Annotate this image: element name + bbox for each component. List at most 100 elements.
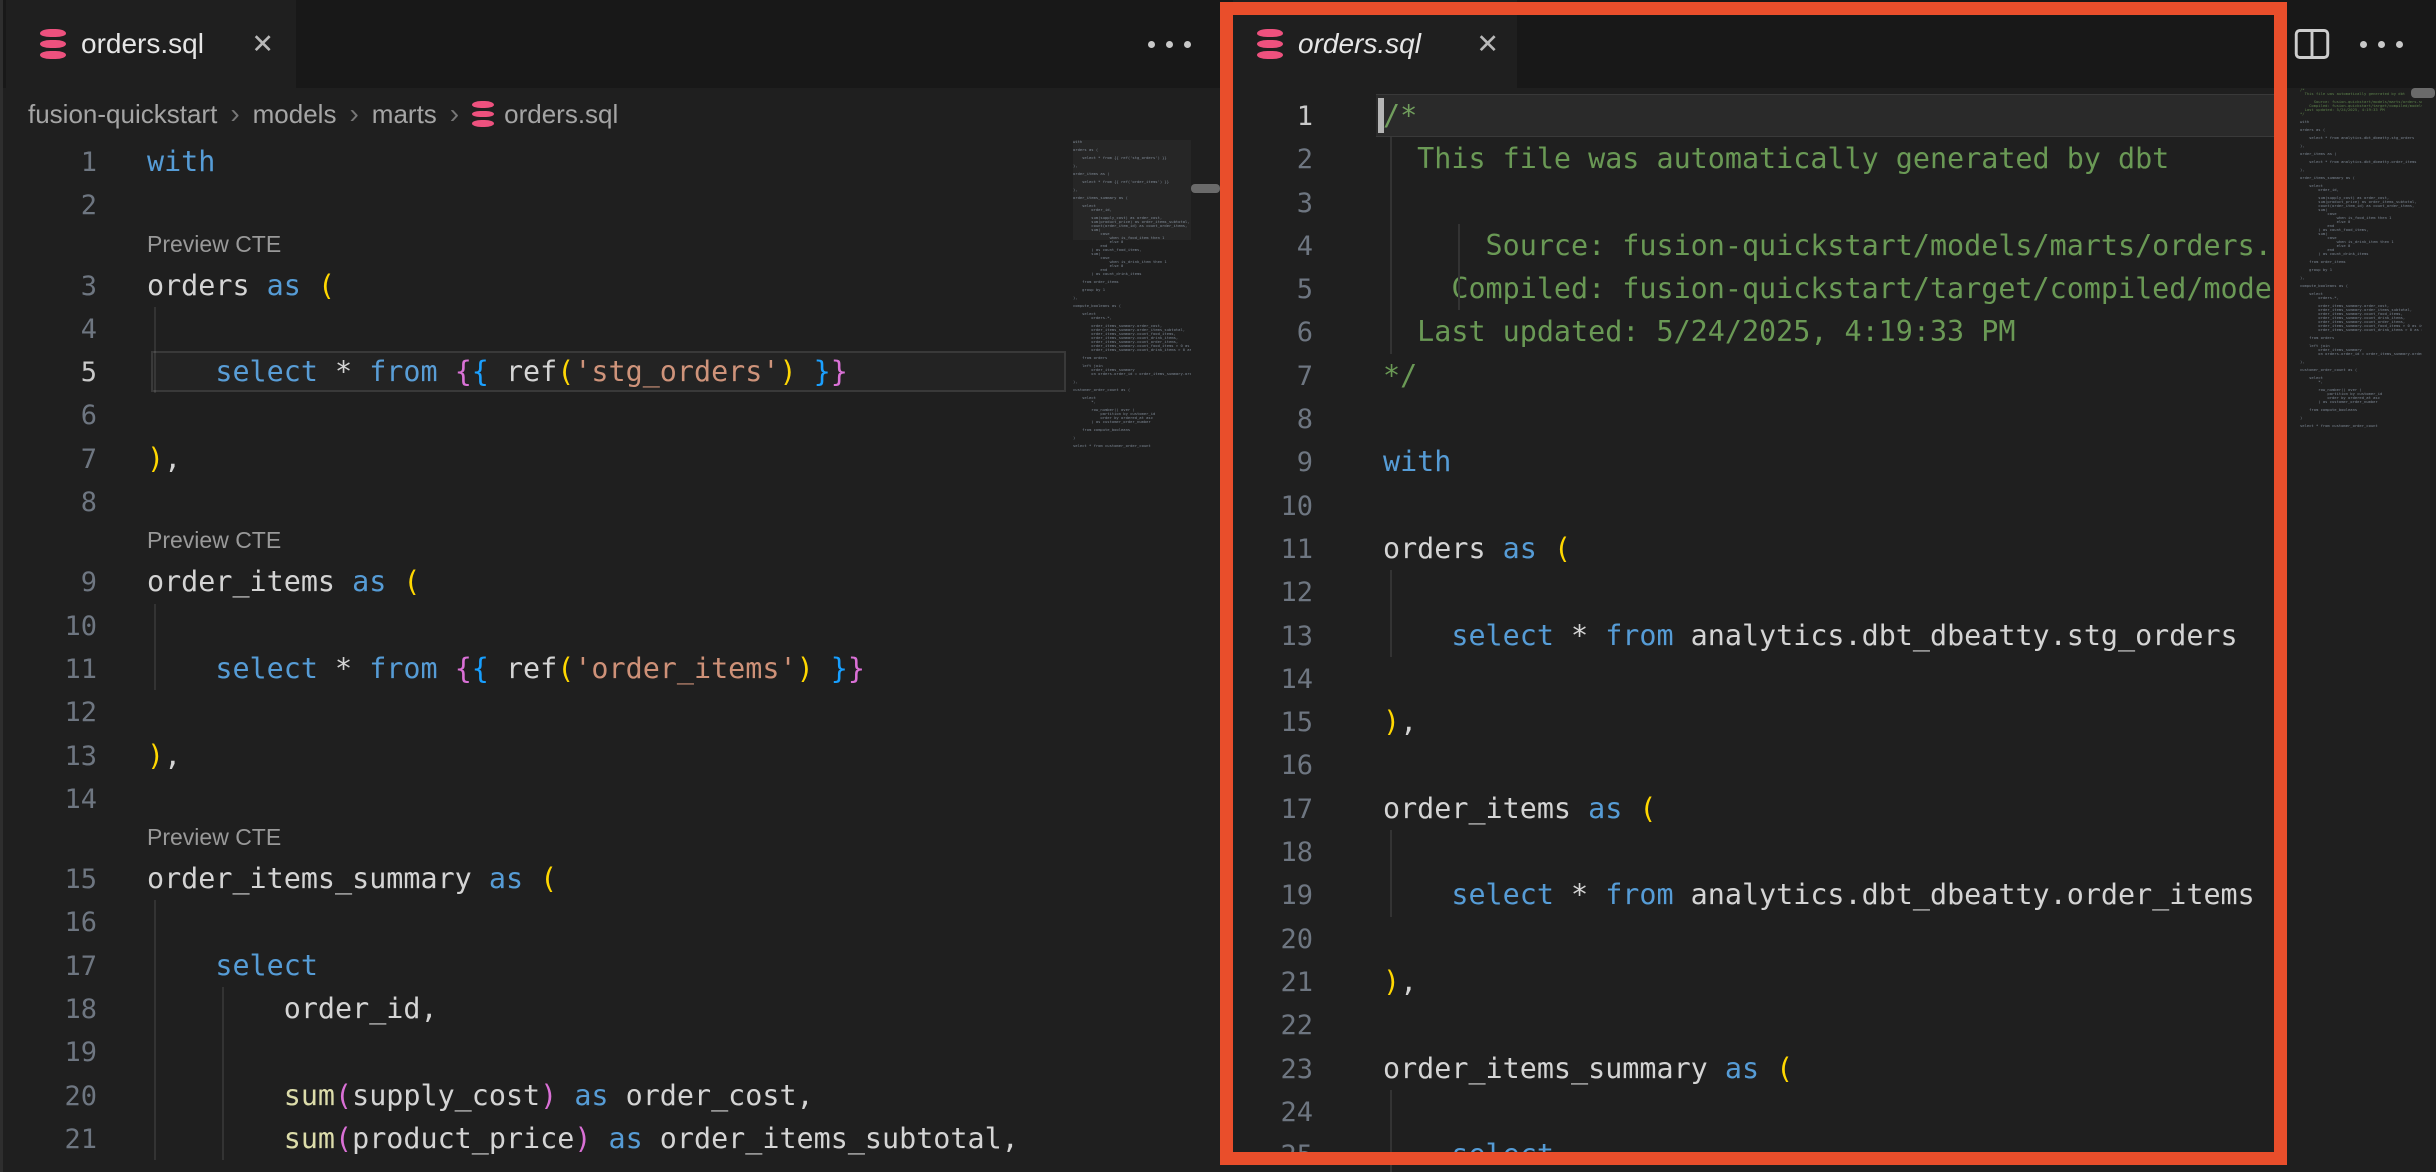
line-number: 5 (1233, 268, 1383, 311)
line-number: 6 (0, 394, 147, 437)
code-line: 4 Source: fusion-quickstart/models/marts… (1233, 224, 2274, 267)
tab-label: orders.sql (81, 28, 204, 60)
code-line: 18 order_id, (0, 987, 1073, 1030)
line-number: 13 (0, 735, 147, 778)
code-line: 6 Last updated: 5/24/2025, 4:19:33 PM (1233, 310, 2274, 353)
code-line: 2 This file was automatically generated … (1233, 137, 2274, 180)
codelens-preview-cte: Preview CTE (0, 820, 1073, 857)
scrollbar-thumb-right[interactable] (2411, 88, 2435, 98)
line-number: 12 (0, 691, 147, 734)
code-line: 9with (1233, 440, 2274, 483)
tab-bar-right: orders.sql ✕ (1233, 0, 2436, 88)
close-icon[interactable]: ✕ (251, 31, 274, 58)
line-number: 8 (1233, 398, 1383, 441)
line-number: 21 (0, 1118, 147, 1160)
line-number: 19 (0, 1031, 147, 1074)
database-file-icon (1257, 29, 1283, 59)
line-number: 16 (1233, 744, 1383, 787)
tab-bar-left: orders.sql ✕ (0, 0, 1233, 88)
code-line: 11 select * from {{ ref('order_items') }… (0, 647, 1073, 690)
tab-orders-sql-right[interactable]: orders.sql ✕ (1233, 0, 1517, 88)
line-number: 16 (0, 901, 147, 944)
code-line: 5 select * from {{ ref('stg_orders') }} (0, 350, 1073, 393)
line-number: 23 (1233, 1048, 1383, 1091)
breadcrumb-item[interactable]: orders.sql (504, 99, 618, 130)
tab-orders-sql-left[interactable]: orders.sql ✕ (6, 0, 296, 88)
code-line: 17 select (0, 944, 1073, 987)
code-line: 16 (0, 900, 1073, 943)
code-line: 22 (1233, 1003, 2274, 1046)
line-number: 9 (0, 561, 147, 604)
line-number: 25 (1233, 1134, 1383, 1172)
code-line: 23order_items_summary as ( (1233, 1047, 2274, 1090)
code-line: 19 select * from analytics.dbt_dbeatty.o… (1233, 873, 2274, 916)
line-number: 18 (0, 988, 147, 1031)
line-number: 20 (1233, 918, 1383, 961)
code-line: 7*/ (1233, 354, 2274, 397)
split-editor-icon[interactable] (2294, 28, 2330, 60)
code-line: 3 (1233, 181, 2274, 224)
editor-group-left: orders.sql ✕ fusion-quickstart › models › ma… (0, 0, 1233, 1172)
line-number: 2 (1233, 138, 1383, 181)
ellipsis-icon[interactable] (1148, 41, 1191, 48)
code-line: 14 (0, 777, 1073, 820)
database-file-icon (40, 29, 66, 59)
line-number: 2 (0, 184, 147, 227)
minimap-right[interactable]: /* This file was automatically generated… (2300, 88, 2422, 433)
database-file-icon (472, 101, 494, 127)
code-line: 10 (0, 604, 1073, 647)
line-number: 18 (1233, 831, 1383, 874)
chevron-right-icon: › (450, 98, 459, 130)
line-number: 6 (1233, 311, 1383, 354)
chevron-right-icon: › (349, 98, 358, 130)
line-number: 17 (0, 945, 147, 988)
code-line: 1/* (1233, 94, 2274, 137)
line-number: 4 (1233, 225, 1383, 268)
code-line: 12 (1233, 570, 2274, 613)
editor-right[interactable]: 1/*2 This file was automatically generat… (1233, 88, 2436, 1172)
scrollbar-thumb-left[interactable] (1191, 184, 1220, 193)
code-line: 16 (1233, 743, 2274, 786)
close-icon[interactable]: ✕ (1476, 31, 1499, 58)
code-line: 11orders as ( (1233, 527, 2274, 570)
code-line: 6 (0, 393, 1073, 436)
minimap-viewport (1073, 140, 1191, 240)
line-number: 9 (1233, 441, 1383, 484)
editor-group-right: orders.sql ✕ 1/*2 This file was automati… (1233, 0, 2436, 1172)
code-line: 9order_items as ( (0, 560, 1073, 603)
editor-actions-right (2294, 0, 2403, 88)
line-number: 20 (0, 1075, 147, 1118)
code-line: 21), (1233, 960, 2274, 1003)
code-line: 21 sum(product_price) as order_items_sub… (0, 1117, 1073, 1160)
editor-left[interactable]: 1with2Preview CTE3orders as (45 select *… (0, 140, 1233, 1172)
code-line: 18 (1233, 830, 2274, 873)
code-line: 15order_items_summary as ( (0, 857, 1073, 900)
code-line: 20 (1233, 917, 2274, 960)
code-line: 7), (0, 437, 1073, 480)
current-line-highlight (1376, 94, 2274, 137)
line-number: 14 (1233, 658, 1383, 701)
line-number: 4 (0, 308, 147, 351)
window-edge-divider (0, 0, 3, 1172)
breadcrumb: fusion-quickstart›models›marts›orders.sq… (0, 88, 1233, 140)
code-line: 19 (0, 1030, 1073, 1073)
code-line: 15), (1233, 700, 2274, 743)
editor-actions-left (1148, 0, 1191, 88)
code-area-left: 1with2Preview CTE3orders as (45 select *… (0, 140, 1073, 1160)
ellipsis-icon[interactable] (2360, 41, 2403, 48)
line-number: 12 (1233, 571, 1383, 614)
code-line: 24 (1233, 1090, 2274, 1133)
breadcrumb-item[interactable]: models (253, 99, 337, 130)
code-line: 8 (0, 480, 1073, 523)
code-area-right: 1/*2 This file was automatically generat… (1233, 88, 2274, 1172)
line-number: 11 (1233, 528, 1383, 571)
code-line: 25 select (1233, 1133, 2274, 1172)
line-number: 24 (1233, 1091, 1383, 1134)
line-number: 17 (1233, 788, 1383, 831)
breadcrumb-item[interactable]: marts (372, 99, 437, 130)
line-number: 13 (1233, 615, 1383, 658)
line-number: 8 (0, 481, 147, 524)
code-line: 12 (0, 690, 1073, 733)
breadcrumb-item[interactable]: fusion-quickstart (28, 99, 217, 130)
code-line: 5 Compiled: fusion-quickstart/target/com… (1233, 267, 2274, 310)
